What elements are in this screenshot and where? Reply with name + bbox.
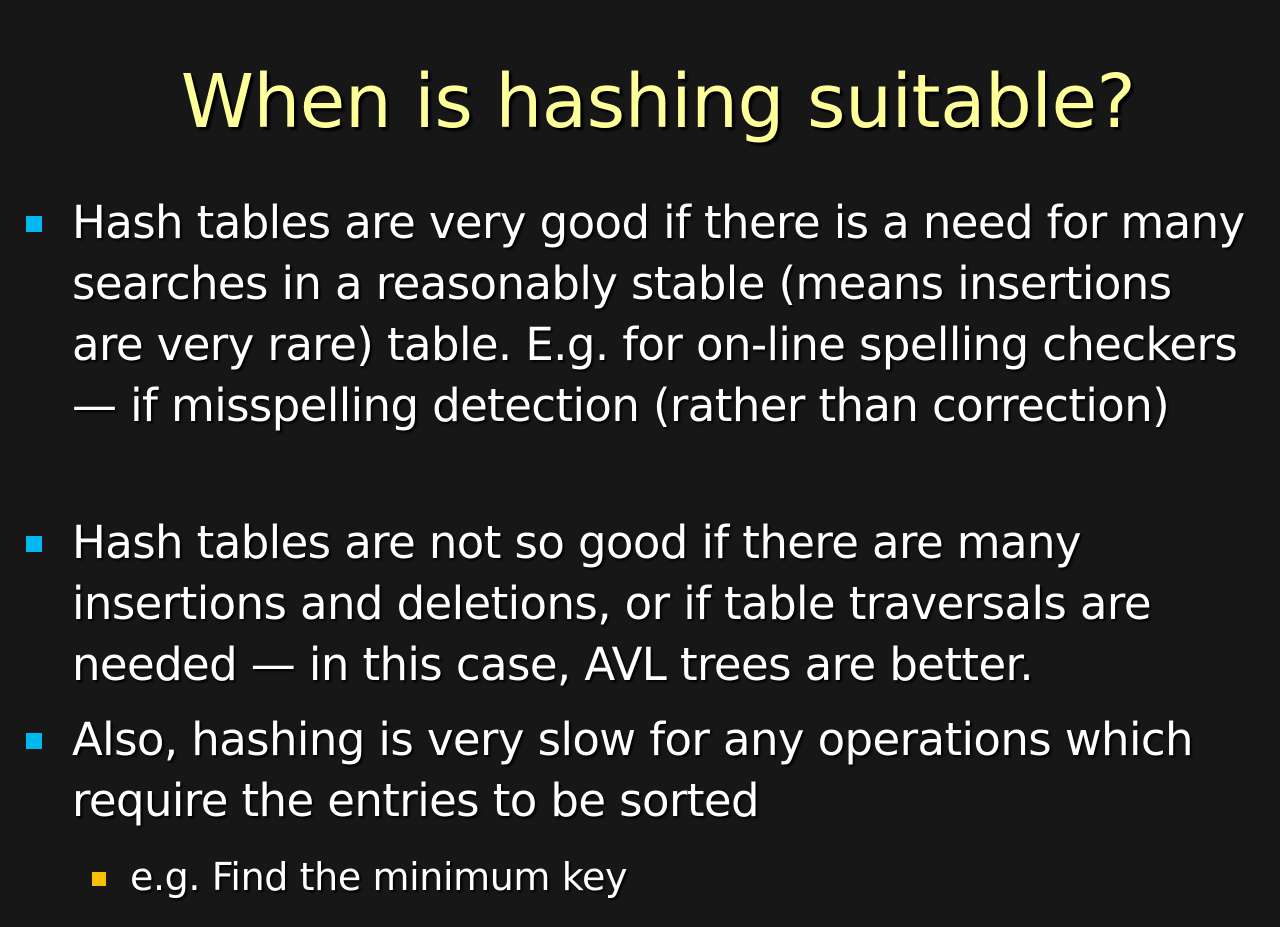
slide: When is hashing suitable? Hash tables ar… bbox=[0, 0, 1280, 927]
square-bullet-icon bbox=[26, 733, 42, 749]
bullet-item: Hash tables are not so good if there are… bbox=[26, 512, 1252, 695]
square-bullet-icon bbox=[26, 216, 42, 232]
square-bullet-icon bbox=[26, 536, 42, 552]
bullet-text: Also, hashing is very slow for any opera… bbox=[72, 713, 1194, 827]
bullet-text: Hash tables are not so good if there are… bbox=[72, 516, 1152, 691]
square-sub-bullet-icon bbox=[92, 872, 106, 886]
sub-bullet-item: e.g. Find the minimum key bbox=[92, 852, 1230, 902]
bullet-text: Hash tables are very good if there is a … bbox=[72, 196, 1245, 432]
bullet-item: Also, hashing is very slow for any opera… bbox=[26, 709, 1252, 831]
slide-title: When is hashing suitable? bbox=[180, 59, 1136, 145]
bullet-item: Hash tables are very good if there is a … bbox=[26, 192, 1252, 436]
sub-bullet-text: e.g. Find the minimum key bbox=[130, 855, 628, 899]
